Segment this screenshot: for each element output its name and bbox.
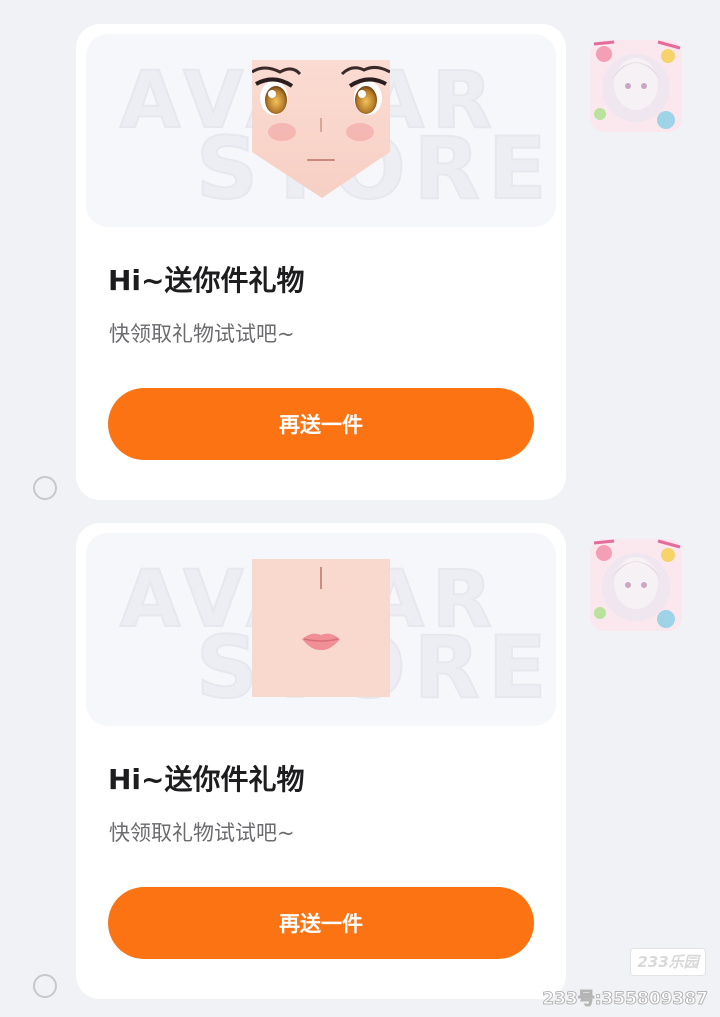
gift-card[interactable]: AVATAR STORE Hi~送你件礼物 快领取礼物试试吧~ 再送一件 — [76, 523, 566, 999]
gift-preview: AVATAR STORE — [86, 34, 556, 227]
anime-face-icon — [252, 60, 390, 198]
gift-title: Hi~送你件礼物 — [108, 264, 305, 297]
face-nose-mouth-icon — [252, 559, 390, 697]
anime-girl-avatar-icon[interactable] — [584, 533, 688, 637]
send-another-button[interactable]: 再送一件 — [108, 887, 534, 959]
anime-girl-avatar-icon[interactable] — [584, 34, 688, 138]
gift-preview: AVATAR STORE — [86, 533, 556, 726]
gift-subtitle: 快领取礼物试试吧~ — [109, 821, 295, 845]
send-another-button[interactable]: 再送一件 — [108, 388, 534, 460]
gift-card[interactable]: AVATAR STORE — [76, 24, 566, 500]
gift-subtitle: 快领取礼物试试吧~ — [109, 322, 295, 346]
chat-message: AVATAR STORE — [0, 24, 720, 502]
watermark-logo: 233乐园 — [630, 948, 706, 976]
select-radio[interactable] — [33, 476, 57, 500]
chat-message: AVATAR STORE Hi~送你件礼物 快领取礼物试试吧~ 再送一件 — [0, 523, 720, 1001]
select-radio[interactable] — [33, 974, 57, 998]
gift-title: Hi~送你件礼物 — [108, 763, 305, 796]
watermark-id: 233号:355809387 — [542, 989, 709, 1010]
